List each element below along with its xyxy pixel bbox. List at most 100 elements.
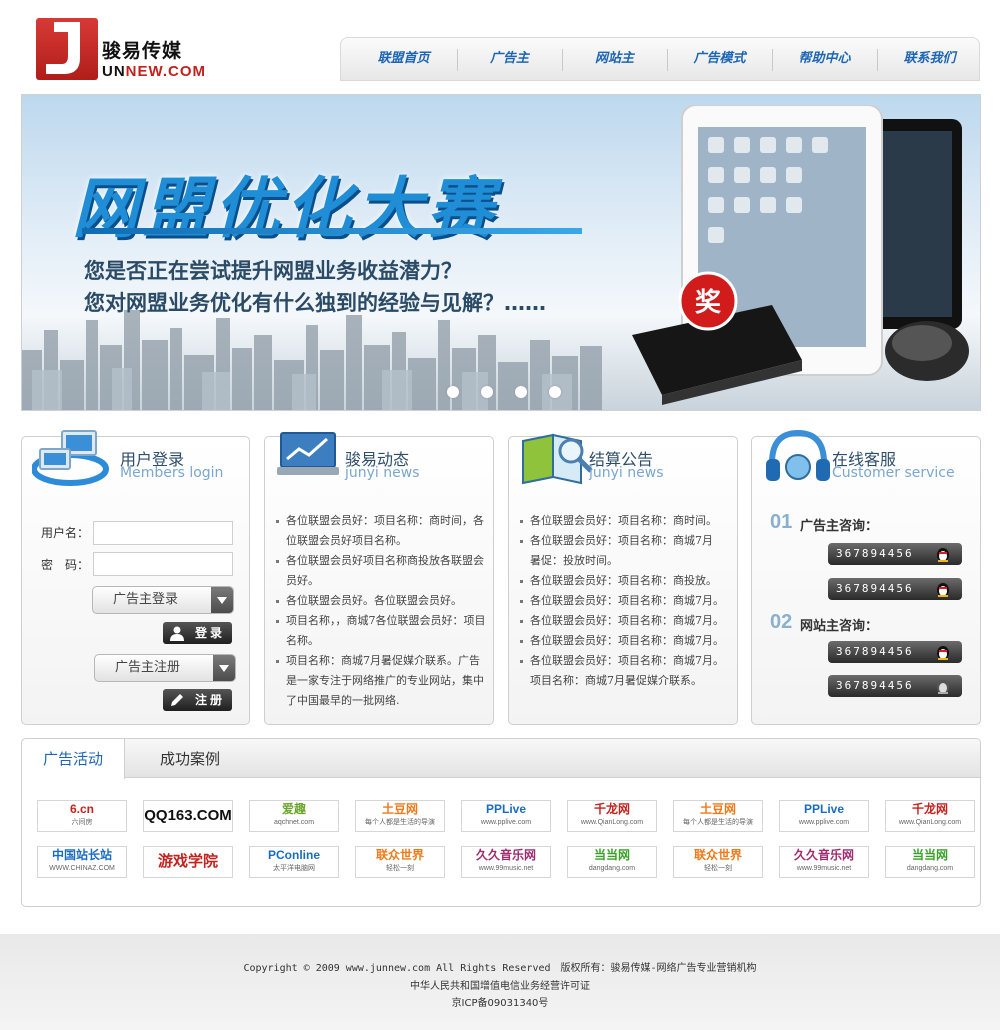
partner-logo[interactable]: PPLive www.pplive.com [779,800,869,832]
brand-name: 骏易传媒 [102,40,183,62]
site-logo[interactable]: 骏易传媒 UNNEW.COM [36,18,205,82]
news-item[interactable]: 项目名称，，商城7各位联盟会员好：项目名称。 [274,611,488,651]
partner-logo-tagline: www.99music.net [478,865,534,872]
main-nav: 联盟首页 广告主 网站主 广告模式 帮助中心 联系我们 [340,37,980,81]
group-number: 02 [770,611,793,633]
partner-logo[interactable]: 6.cn 六间房 [37,800,127,832]
password-label: 密 码： [41,558,90,572]
banner-line-2: 您对网盟业务优化有什么独到的经验与见解？…… [84,291,546,315]
tab-success-cases[interactable]: 成功案例 [160,739,220,779]
login-type-select[interactable]: 广告主登录 [92,586,234,614]
notice-subtitle: junyi news [589,465,664,481]
news-item[interactable]: 各位联盟会员好项目名称商投放各联盟会员好。 [274,551,488,591]
slide-dot[interactable] [481,386,493,398]
logo-letters: UN [102,63,126,80]
partner-logo-name: QQ163.COM [144,807,232,824]
qq-penguin-icon [937,680,949,694]
partner-logo-tagline: 轻松一刻 [704,865,732,872]
notice-item[interactable]: 暑促：投放时间。 [518,551,732,571]
partner-logo-name: 6.cn [69,802,94,816]
qq-contact-button[interactable]: 367894456 [828,641,962,663]
register-type-value: 广告主注册 [115,660,181,675]
partner-logo-name: 久久音乐网 [793,848,854,862]
partner-logo[interactable]: 联众世界 轻松一刻 [355,846,445,878]
partner-logo[interactable]: PConline 太平洋电脑网 [249,846,339,878]
slide-dot[interactable] [447,386,459,398]
login-subtitle: Members login [120,465,224,481]
news-item[interactable]: 各位联盟会员好。各位联盟会员好。 [274,591,488,611]
partner-logo[interactable]: 千龙网 www.QianLong.com [885,800,975,832]
partner-logo-tagline: 每个人都是生活的导演 [365,819,435,826]
partner-logo-name: 中国站长站 [51,848,112,862]
nav-home[interactable]: 联盟首页 [351,38,456,80]
slide-dot[interactable] [515,386,527,398]
book-magnifier-icon [522,433,593,485]
qq-contact-button[interactable]: 367894456 [828,675,962,697]
notice-list: 各位联盟会员好：项目名称：商时间。 各位联盟会员好：项目名称：商城7月 暑促：投… [518,511,732,691]
partner-logo-name: PConline [267,848,320,862]
partners-tabbar: 广告活动 成功案例 [22,739,980,779]
nav-contact[interactable]: 联系我们 [877,38,982,80]
notice-item[interactable]: 各位联盟会员好：项目名称：商城7月。 [518,611,732,631]
partner-logo-name: 久久音乐网 [475,848,536,862]
register-button-label: 注册 [195,693,226,707]
partner-logo-name: PPLive [485,802,527,816]
brand-domain: UNNEW.COM [102,63,206,80]
notice-item[interactable]: 各位联盟会员好：项目名称：商城7月 [518,531,732,551]
qq-contact-button[interactable]: 367894456 [828,543,962,565]
partner-logo[interactable]: PPLive www.pplive.com [461,800,551,832]
notice-item[interactable]: 各位联盟会员好：项目名称：商时间。 [518,511,732,531]
partner-logo-name: 当当网 [593,848,630,862]
username-input[interactable] [93,521,233,545]
partner-logo-name: 爱趣 [281,802,306,816]
partner-logo[interactable]: 中国站长站 WWW.CHINAZ.COM [37,846,127,878]
username-label: 用户名： [41,526,90,540]
slide-indicator [447,386,583,401]
news-item[interactable]: 各位联盟会员好：项目名称：商时间，各位联盟会员好项目名称。 [274,511,488,551]
qq-penguin-icon [937,646,949,660]
password-input[interactable] [93,552,233,576]
news-item[interactable]: 项目名称：商城7月暑促媒介联系。广告是一家专注于网络推广的专业网站，集中了中国最… [274,651,488,711]
partner-logo[interactable]: 久久音乐网 www.99music.net [461,846,551,878]
partner-logo[interactable]: 土豆网 每个人都是生活的导演 [673,800,763,832]
partner-logo[interactable]: 千龙网 www.QianLong.com [567,800,657,832]
login-type-value: 广告主登录 [113,592,179,607]
notice-item[interactable]: 各位联盟会员好：项目名称：商城7月。 [518,651,732,671]
partner-logo[interactable]: QQ163.COM [143,800,233,832]
partner-logo-name: 联众世界 [693,848,742,862]
partner-logo-name: 联众世界 [375,848,424,862]
partner-logo-name: 当当网 [911,848,948,862]
register-type-select[interactable]: 广告主注册 [94,654,236,682]
partners-section: 广告活动 成功案例 6.cn 六间房 QQ163.COM 爱趣 aqchnet.com 土… [21,738,981,907]
partner-logo-name: 千龙网 [911,802,948,816]
nav-publisher[interactable]: 网站主 [562,38,667,80]
login-button[interactable]: 登录 [163,622,232,644]
nav-advertiser[interactable]: 广告主 [457,38,562,80]
slide-dot[interactable] [549,386,561,398]
headset-icon [766,429,830,481]
partner-logo[interactable]: 久久音乐网 www.99music.net [779,846,869,878]
news-subtitle: junyi news [345,465,420,481]
partner-logo-tagline: www.pplive.com [480,819,532,826]
partner-logo[interactable]: 土豆网 每个人都是生活的导演 [355,800,445,832]
partner-logo[interactable]: 联众世界 轻松一刻 [673,846,763,878]
partner-logo-tagline: 轻松一刻 [386,865,414,872]
notice-item[interactable]: 各位联盟会员好：项目名称：商城7月。 [518,631,732,651]
tab-ad-activities[interactable]: 广告活动 [22,739,125,779]
chevron-down-icon [211,587,233,613]
logo-mark-icon [36,18,98,80]
advertiser-consult-label: 广告主咨询： [800,519,879,534]
nav-ad-models[interactable]: 广告模式 [667,38,772,80]
partner-logo[interactable]: 游戏学院 [143,846,233,878]
partner-logo[interactable]: 爱趣 aqchnet.com [249,800,339,832]
partner-logo[interactable]: 当当网 dangdang.com [885,846,975,878]
register-button[interactable]: 注册 [163,689,232,711]
notice-item[interactable]: 项目名称：商城7月暑促媒介联系。 [518,671,732,691]
partner-logo-tagline: www.QianLong.com [898,819,962,826]
partner-logo[interactable]: 当当网 dangdang.com [567,846,657,878]
notice-item[interactable]: 各位联盟会员好：项目名称：商投放。 [518,571,732,591]
qq-contact-button[interactable]: 367894456 [828,578,962,600]
hero-banner[interactable]: 网盟优化大赛 您是否正在尝试提升网盟业务收益潜力？ 您对网盟业务优化有什么独到的… [21,94,981,411]
nav-help[interactable]: 帮助中心 [772,38,877,80]
notice-item[interactable]: 各位联盟会员好：项目名称：商城7月。 [518,591,732,611]
